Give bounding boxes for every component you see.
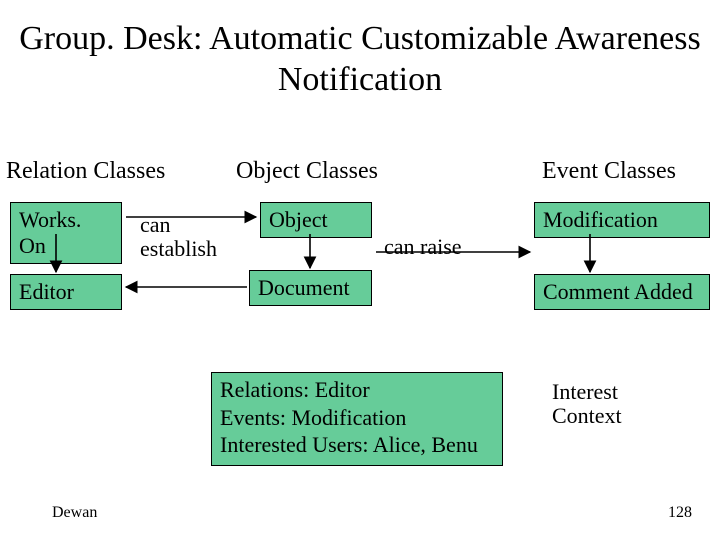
label-can-raise: can raise	[384, 235, 462, 259]
footer-author: Dewan	[52, 504, 97, 522]
interest-line-users: Interested Users: Alice, Benu	[220, 431, 494, 459]
interest-line-relations: Relations: Editor	[220, 376, 494, 404]
col-header-relation: Relation Classes	[6, 158, 165, 185]
col-header-event: Event Classes	[542, 158, 676, 185]
box-document: Document	[249, 270, 372, 306]
box-editor: Editor	[10, 274, 122, 310]
box-comment-added: Comment Added	[534, 274, 710, 310]
label-can-establish-l2: establish	[140, 236, 217, 261]
label-interest-context-l2: Context	[552, 403, 622, 428]
label-interest-context: Interest Context	[552, 380, 622, 428]
box-modification: Modification	[534, 202, 710, 238]
box-object: Object	[260, 202, 372, 238]
interest-line-events: Events: Modification	[220, 404, 494, 432]
box-works-on: Works. On	[10, 202, 122, 264]
interest-context-box: Relations: Editor Events: Modification I…	[211, 372, 503, 466]
slide-title: Group. Desk: Automatic Customizable Awar…	[0, 18, 720, 101]
footer-page-number: 128	[668, 504, 692, 522]
label-can-establish-l1: can	[140, 212, 171, 237]
label-interest-context-l1: Interest	[552, 379, 618, 404]
col-header-object: Object Classes	[236, 158, 378, 185]
label-can-establish: can establish	[140, 213, 217, 261]
